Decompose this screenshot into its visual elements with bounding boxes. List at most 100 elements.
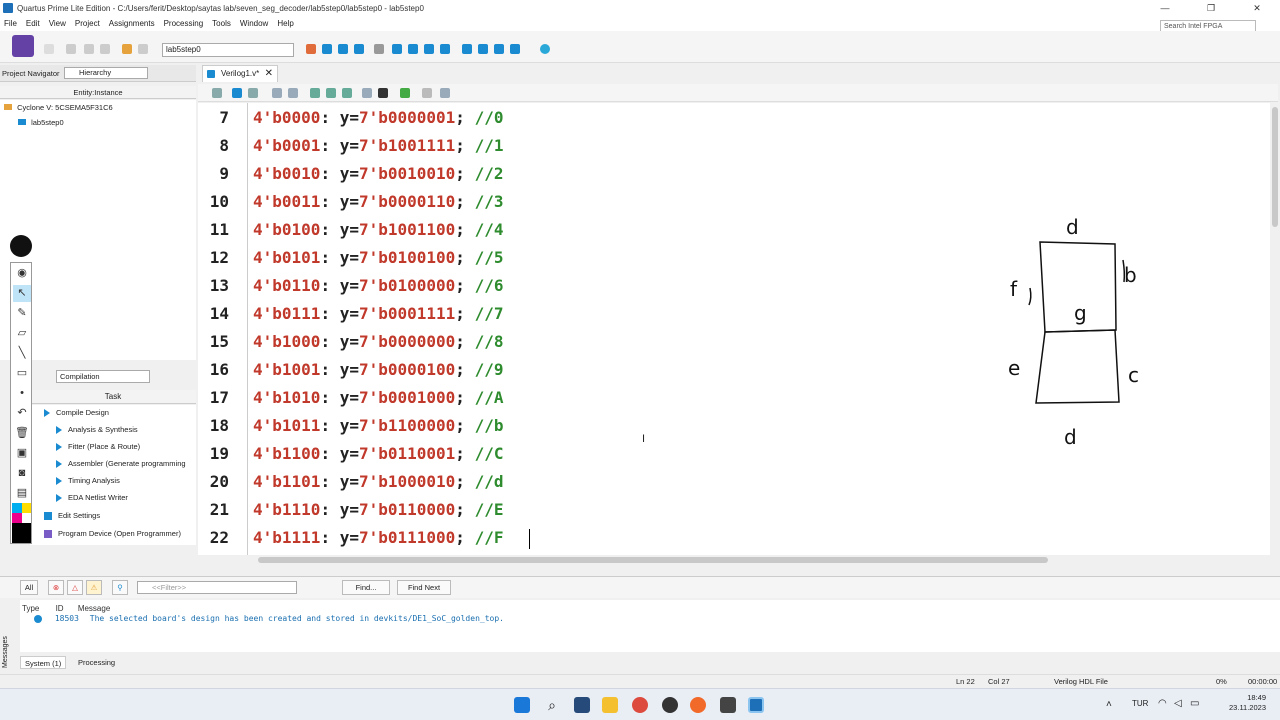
- undo-icon[interactable]: [122, 44, 132, 54]
- code-line[interactable]: 4'b1100: y=7'b0110001; //C: [253, 444, 503, 463]
- timing-icon[interactable]: [440, 44, 450, 54]
- open-icon[interactable]: [212, 88, 222, 98]
- task-timing-analysis[interactable]: Timing Analysis: [56, 476, 120, 486]
- scroll-thumb[interactable]: [258, 557, 1048, 563]
- find-button[interactable]: Find...: [342, 580, 390, 595]
- critical-warning-filter-icon[interactable]: △: [67, 580, 83, 595]
- wrap-icon[interactable]: [440, 88, 450, 98]
- pen-icon[interactable]: ✎: [13, 305, 31, 322]
- bookmark-icon[interactable]: [310, 88, 320, 98]
- platform-designer-icon[interactable]: [510, 44, 520, 54]
- line-numbers-icon[interactable]: [422, 88, 432, 98]
- chip-planner-icon[interactable]: [354, 44, 364, 54]
- code-line[interactable]: 4'b0000: y=7'b0000001; //0: [253, 108, 503, 127]
- cursor-icon[interactable]: ↖: [13, 285, 31, 302]
- task-eda-netlist[interactable]: EDA Netlist Writer: [56, 493, 128, 503]
- clipboard-icon[interactable]: ▤: [13, 485, 31, 502]
- file-explorer-icon[interactable]: [602, 697, 618, 713]
- stop-icon[interactable]: [374, 44, 384, 54]
- code-line[interactable]: 4'b0111: y=7'b0001111; //7: [253, 304, 503, 323]
- prev-bookmark-icon[interactable]: [326, 88, 336, 98]
- code-line[interactable]: 4'b1000: y=7'b0000000; //8: [253, 332, 503, 351]
- message-filter-input[interactable]: <<Filter>>: [137, 581, 297, 594]
- maximize-button[interactable]: ❐: [1188, 0, 1234, 16]
- search-icon[interactable]: ⌕: [544, 697, 560, 713]
- battery-icon[interactable]: ▭: [1190, 698, 1199, 709]
- filter-all-button[interactable]: All: [20, 580, 38, 595]
- editor-horizontal-scrollbar[interactable]: [198, 555, 1270, 565]
- goto-icon[interactable]: [248, 88, 258, 98]
- error-filter-icon[interactable]: ⊗: [48, 580, 64, 595]
- chrome-icon[interactable]: [632, 697, 648, 713]
- color-black-swatch[interactable]: [12, 523, 31, 543]
- menu-assignments[interactable]: Assignments: [109, 19, 155, 28]
- menu-project[interactable]: Project: [75, 19, 100, 28]
- task-view-icon[interactable]: [574, 697, 590, 713]
- dot-size-icon[interactable]: •: [13, 385, 31, 402]
- color-magenta-swatch[interactable]: [12, 513, 22, 523]
- app-icon[interactable]: [720, 697, 736, 713]
- trash-icon[interactable]: 🗑: [13, 425, 31, 442]
- netlist-viewer-icon[interactable]: [462, 44, 472, 54]
- task-fitter[interactable]: Fitter (Place & Route): [56, 442, 140, 452]
- tab-processing[interactable]: Processing: [74, 656, 119, 669]
- task-compile-design[interactable]: Compile Design: [44, 408, 109, 418]
- firefox-icon[interactable]: [690, 697, 706, 713]
- code-line[interactable]: 4'b1110: y=7'b0110000; //E: [253, 500, 503, 519]
- paste-icon[interactable]: [100, 44, 110, 54]
- menu-file[interactable]: File: [4, 19, 17, 28]
- fitter-icon[interactable]: [424, 44, 434, 54]
- warning-filter-icon[interactable]: ⚠: [86, 580, 102, 595]
- eye-icon[interactable]: ◉: [13, 265, 31, 282]
- menu-view[interactable]: View: [49, 19, 66, 28]
- navigator-view-select[interactable]: Hierarchy: [64, 67, 148, 79]
- eraser-icon[interactable]: ▭: [13, 365, 31, 382]
- code-line[interactable]: 4'b1011: y=7'b1100000; //b: [253, 416, 503, 435]
- tree-row-entity[interactable]: lab5step0: [18, 118, 64, 127]
- color-yellow-swatch[interactable]: [22, 503, 31, 513]
- start-compilation-icon[interactable]: [392, 44, 402, 54]
- color-cyan-swatch[interactable]: [12, 503, 22, 513]
- message-row[interactable]: 18503 The selected board's design has be…: [34, 614, 504, 623]
- code-line[interactable]: 4'b0010: y=7'b0010010; //2: [253, 164, 503, 183]
- whiteboard-icon[interactable]: ▣: [13, 445, 31, 462]
- menu-window[interactable]: Window: [240, 19, 268, 28]
- undo-stroke-icon[interactable]: ↶: [13, 405, 31, 422]
- analysis-icon[interactable]: [408, 44, 418, 54]
- line-icon[interactable]: ╲: [13, 345, 31, 362]
- menu-edit[interactable]: Edit: [26, 19, 40, 28]
- rtl-viewer-icon[interactable]: [478, 44, 488, 54]
- github-icon[interactable]: [662, 697, 678, 713]
- tab-verilog1[interactable]: Verilog1.v* ✕: [202, 65, 278, 82]
- chat-icon[interactable]: [540, 44, 550, 54]
- taskbar-clock[interactable]: 18:49 23.11.2023: [1229, 693, 1266, 713]
- next-bookmark-icon[interactable]: [342, 88, 352, 98]
- pin-planner-icon[interactable]: [306, 44, 316, 54]
- suppress-filter-icon[interactable]: ⚲: [112, 580, 128, 595]
- find-icon[interactable]: [232, 88, 242, 98]
- language-indicator[interactable]: TUR: [1132, 699, 1148, 708]
- chevron-up-icon[interactable]: ˄: [1106, 699, 1112, 710]
- programmer-icon[interactable]: [494, 44, 504, 54]
- tree-row-device[interactable]: Cyclone V: 5CSEMA5F31C6: [4, 103, 113, 112]
- settings-icon[interactable]: [322, 44, 332, 54]
- menu-help[interactable]: Help: [277, 19, 293, 28]
- copy-icon[interactable]: [84, 44, 94, 54]
- code-line[interactable]: 4'b1010: y=7'b0001000; //A: [253, 388, 503, 407]
- find-next-button[interactable]: Find Next: [397, 580, 451, 595]
- tab-system[interactable]: System (1): [20, 656, 67, 669]
- comment-icon[interactable]: [378, 88, 388, 98]
- task-analysis-synthesis[interactable]: Analysis & Synthesis: [56, 425, 138, 435]
- minimize-button[interactable]: —: [1142, 0, 1188, 16]
- redo-icon[interactable]: [138, 44, 148, 54]
- quartus-taskbar-icon[interactable]: [748, 697, 764, 713]
- code-line[interactable]: 4'b0100: y=7'b1001100; //4: [253, 220, 503, 239]
- outdent-icon[interactable]: [288, 88, 298, 98]
- cut-icon[interactable]: [66, 44, 76, 54]
- task-program-device[interactable]: Program Device (Open Programmer): [44, 529, 181, 539]
- flow-select[interactable]: Compilation: [56, 370, 150, 383]
- menu-processing[interactable]: Processing: [164, 19, 204, 28]
- scroll-thumb[interactable]: [1272, 107, 1278, 227]
- windows-start-icon[interactable]: [514, 697, 530, 713]
- toggle-icon[interactable]: [400, 88, 410, 98]
